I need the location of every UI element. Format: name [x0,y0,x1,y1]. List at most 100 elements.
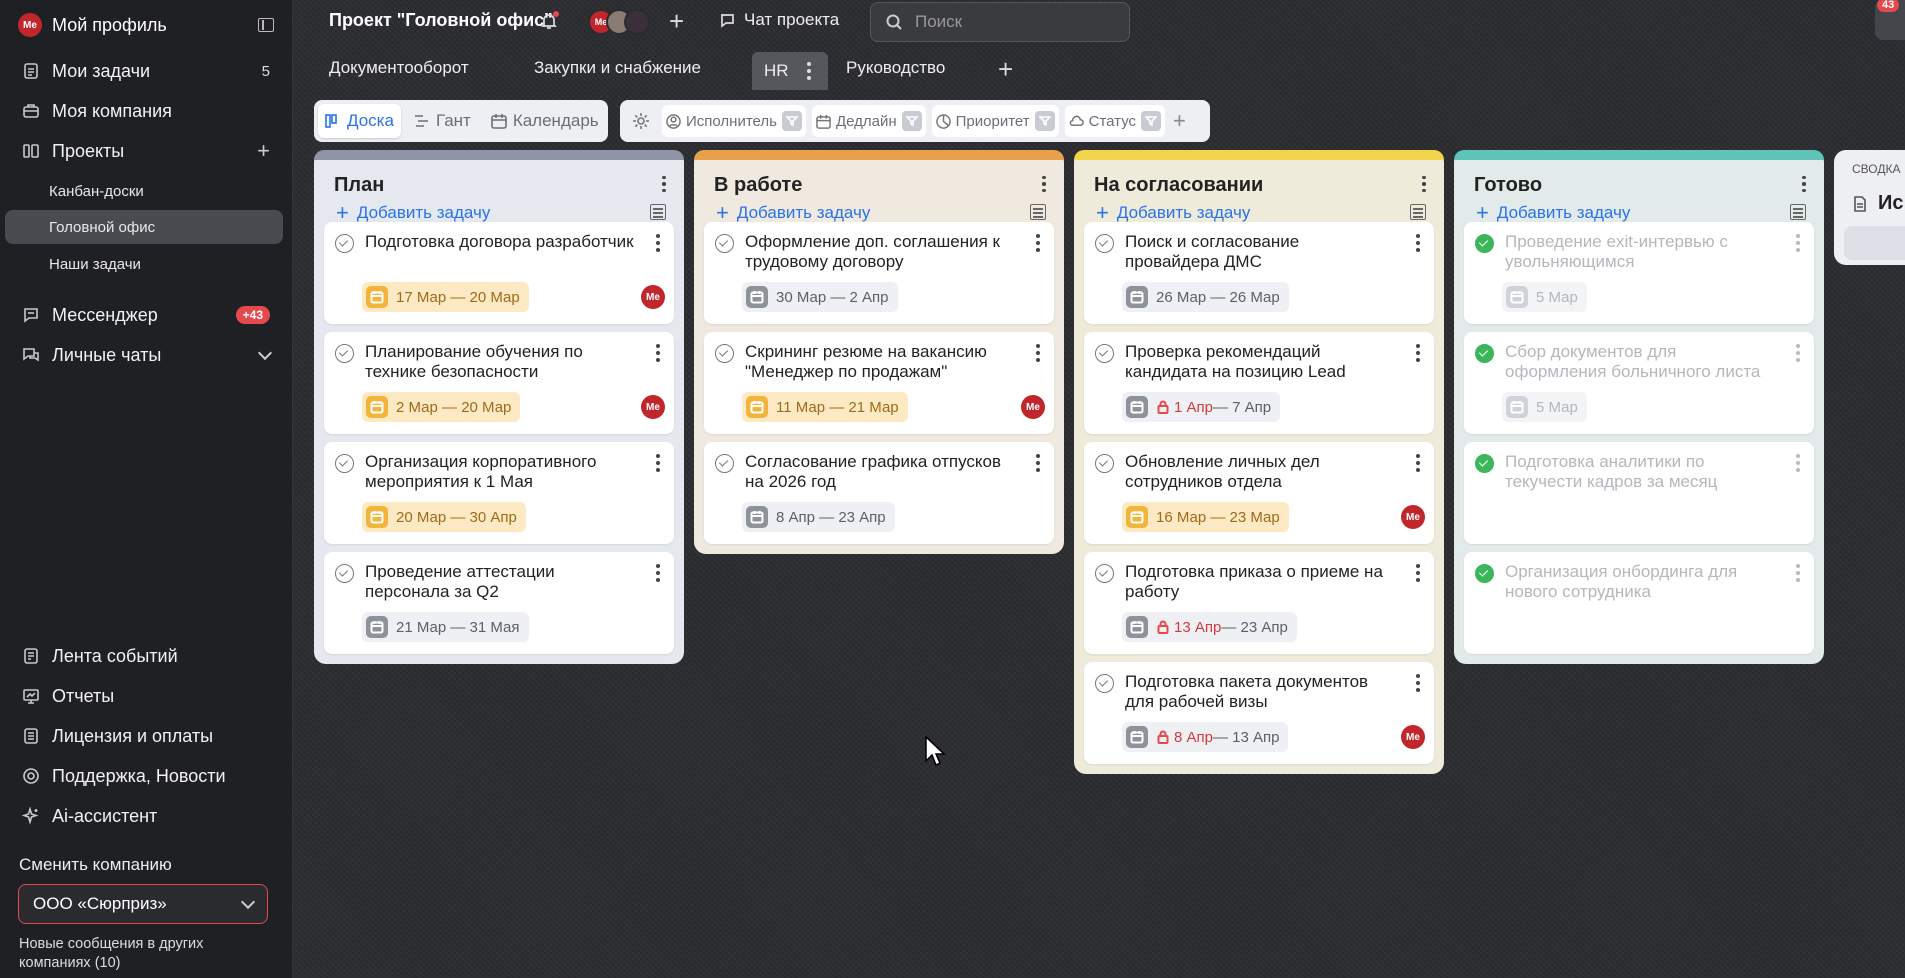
task-card[interactable]: Проверка рекомендаций кандидата на позиц… [1084,332,1434,434]
task-title[interactable]: Подготовка приказа о приеме на работу [1125,562,1398,602]
other-companies-note[interactable]: Новые сообщения в других компаниях (10) [19,935,259,973]
card-more-icon[interactable] [1036,454,1040,472]
view-gantt[interactable]: Гант [407,104,478,138]
task-title[interactable]: Проверка рекомендаций кандидата на позиц… [1125,342,1398,382]
sidebar-item-reports[interactable]: Отчеты [22,681,270,711]
task-title[interactable]: Планирование обучения по технике безопас… [365,342,638,382]
funnel-icon[interactable] [1034,111,1055,131]
task-title[interactable]: Оформление доп. соглашения к трудовому д… [745,232,1018,272]
add-task-button[interactable]: + Добавить задачу [1096,202,1250,224]
deadline-chip[interactable]: 26 Мар — 26 Мар [1122,282,1289,312]
funnel-icon[interactable] [781,111,802,131]
deadline-chip[interactable]: 5 Мар [1502,282,1587,312]
task-card[interactable]: Организация корпоративного мероприятия к… [324,442,674,544]
tab-hr[interactable]: HR [752,52,828,90]
project-title[interactable]: Проект "Головной офис" [329,10,553,31]
complete-checkbox[interactable] [715,454,734,473]
task-title[interactable]: Согласование графика отпусков на 2026 го… [745,452,1018,492]
complete-checkbox[interactable] [335,234,354,253]
task-title[interactable]: Проведение аттестации персонала за Q2 [365,562,638,602]
card-more-icon[interactable] [656,564,660,582]
summary-doc[interactable]: Ис [1852,192,1904,215]
project-members[interactable]: Me [588,9,650,35]
task-title[interactable]: Организация корпоративного мероприятия к… [365,452,638,492]
card-more-icon[interactable] [1416,674,1420,692]
deadline-chip[interactable]: 20 Мар — 30 Апр [362,502,526,532]
assignee-avatar[interactable]: Me [641,395,665,419]
filter-priority[interactable]: Приоритет [931,105,1059,137]
deadline-chip[interactable]: 8 Апр — 23 Апр [742,502,895,532]
card-more-icon[interactable] [1416,564,1420,582]
task-card[interactable]: Сбор документов для оформления больнично… [1464,332,1814,434]
task-title[interactable]: Проведение exit-интервью с увольняющимся [1505,232,1778,272]
search-box[interactable] [870,2,1130,42]
card-more-icon[interactable] [1036,344,1040,362]
task-card[interactable]: Оформление доп. соглашения к трудовому д… [704,222,1054,324]
complete-checkbox[interactable] [1095,674,1114,693]
deadline-chip[interactable]: 16 Мар — 23 Мар [1122,502,1289,532]
tab-documents[interactable]: Документооборот [329,58,469,78]
search-input[interactable] [915,12,1095,32]
card-more-icon[interactable] [1416,234,1420,252]
task-card[interactable]: Подготовка приказа о приеме на работу 13… [1084,552,1434,654]
card-more-icon[interactable] [1036,234,1040,252]
deadline-chip[interactable]: 11 Мар — 21 Мар [742,392,908,422]
task-title[interactable]: Подготовка пакета документов для рабочей… [1125,672,1398,712]
complete-checkbox[interactable] [335,454,354,473]
sidebar-collapse-icon[interactable] [258,18,274,32]
card-more-icon[interactable] [1796,344,1800,362]
card-more-icon[interactable] [656,234,660,252]
task-card[interactable]: Организация онбординга для нового сотруд… [1464,552,1814,654]
profile-name[interactable]: Мой профиль [52,15,258,36]
sidebar-item-messenger[interactable]: Мессенджер +43 [22,300,270,330]
task-card[interactable]: Подготовка аналитики по текучести кадров… [1464,442,1814,544]
card-more-icon[interactable] [1796,234,1800,252]
task-card[interactable]: Подготовка договора разработчик 17 Мар —… [324,222,674,324]
add-task-button[interactable]: + Добавить задачу [1476,202,1630,224]
complete-checkbox[interactable] [1475,234,1494,253]
complete-checkbox[interactable] [335,564,354,583]
add-tab-icon[interactable]: + [998,54,1013,85]
complete-checkbox[interactable] [1475,564,1494,583]
deadline-chip[interactable]: 5 Мар [1502,392,1587,422]
view-board[interactable]: Доска [318,104,401,138]
card-more-icon[interactable] [1796,454,1800,472]
add-project-icon[interactable]: + [257,138,270,164]
view-calendar[interactable]: Календарь [484,104,606,138]
complete-checkbox[interactable] [1475,344,1494,363]
layout-icon[interactable] [1030,204,1046,220]
add-filter-icon[interactable]: + [1173,108,1186,134]
task-card[interactable]: Обновление личных дел сотрудников отдела… [1084,442,1434,544]
complete-checkbox[interactable] [1095,344,1114,363]
sidebar-item-projects[interactable]: Проекты + [22,136,270,166]
sidebar-item-ai[interactable]: Ai-ассистент [22,801,270,831]
company-select[interactable]: ООО «Сюрприз» [18,884,268,924]
deadline-chip[interactable]: 8 Апр — 13 Апр [1122,722,1289,752]
complete-checkbox[interactable] [1475,454,1494,473]
assignee-avatar[interactable]: Me [1401,725,1425,749]
complete-checkbox[interactable] [1095,454,1114,473]
deadline-chip[interactable]: 13 Апр — 23 Апр [1122,612,1297,642]
deadline-chip[interactable]: 2 Мар — 20 Мар [362,392,521,422]
deadline-chip[interactable]: 30 Мар — 2 Апр [742,282,898,312]
task-card[interactable]: Подготовка пакета документов для рабочей… [1084,662,1434,764]
task-card[interactable]: Поиск и согласование провайдера ДМС 26 М… [1084,222,1434,324]
assignee-avatar[interactable]: Me [641,285,665,309]
task-card[interactable]: Скрининг резюме на вакансию "Менеджер по… [704,332,1054,434]
layout-icon[interactable] [650,204,666,220]
card-more-icon[interactable] [1796,564,1800,582]
complete-checkbox[interactable] [335,344,354,363]
task-title[interactable]: Скрининг резюме на вакансию "Менеджер по… [745,342,1018,382]
sidebar-item-my-tasks[interactable]: Мои задачи 5 [22,56,270,86]
sidebar-subitem-kanban[interactable]: Канбан-доски [5,174,283,208]
deadline-chip[interactable]: 17 Мар — 20 Мар [362,282,529,312]
task-title[interactable]: Организация онбординга для нового сотруд… [1505,562,1778,602]
task-card[interactable]: Проведение exit-интервью с увольняющимся… [1464,222,1814,324]
complete-checkbox[interactable] [1095,234,1114,253]
task-card[interactable]: Согласование графика отпусков на 2026 го… [704,442,1054,544]
layout-icon[interactable] [1790,204,1806,220]
card-more-icon[interactable] [656,344,660,362]
funnel-icon[interactable] [1141,111,1162,131]
summary-column[interactable]: СВОДКА Ис [1834,150,1905,265]
deadline-chip[interactable]: 1 Апр — 7 Апр [1122,392,1281,422]
